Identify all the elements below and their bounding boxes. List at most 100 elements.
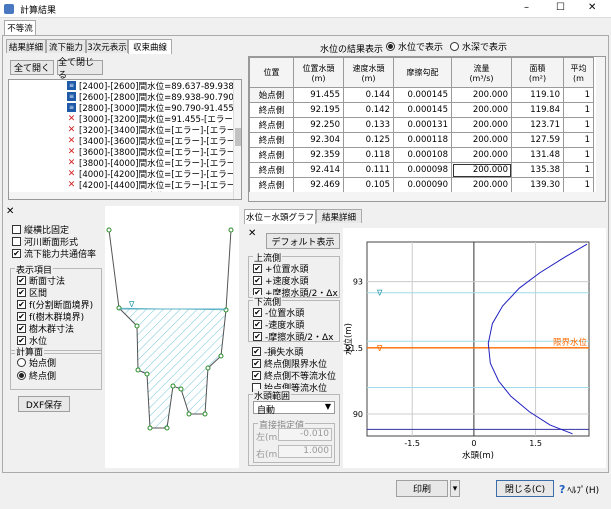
- upstream-group: 上流側 ✔ +位置水頭 ✔ +速度水頭 ✔ +摩擦水頭/2・Δx: [248, 251, 340, 299]
- tree-item[interactable]: ✕ [3600]-[3800]間水位=[エラー]-[エラー]: [67, 146, 239, 158]
- radio-water-depth[interactable]: 水深で表示: [450, 41, 507, 53]
- tree-item[interactable]: ✕ [4200]-[4400]間水位=[エラー]-[エラー]: [67, 179, 239, 191]
- checkbox-icon: [12, 225, 21, 234]
- table-cell: 119.10: [511, 87, 564, 103]
- checkbox-icon: ✔: [17, 336, 26, 345]
- option-checkbox[interactable]: ✔ -速度水頭: [253, 319, 334, 331]
- checkbox-icon: ✔: [252, 371, 261, 380]
- checkbox-icon: ✔: [252, 347, 261, 356]
- tree-item[interactable]: ≡ [2600]-[2800]間水位=89.938-90.790(m): [67, 91, 241, 103]
- radio-water-level[interactable]: 水位で表示: [386, 41, 443, 53]
- table-row[interactable]: 終点側 92.359 0.118 0.000108 200.000 131.48 1: [249, 147, 594, 163]
- subtab-convergence[interactable]: 収束曲線: [128, 39, 172, 54]
- checkbox-icon: ✔: [253, 308, 262, 317]
- option-checkbox[interactable]: ✔ +位置水頭: [253, 263, 338, 275]
- range-select[interactable]: 自動 ▼: [253, 401, 335, 416]
- option-checkbox[interactable]: ✔ -位置水頭: [253, 307, 334, 319]
- table-cell: 始点側: [249, 87, 294, 103]
- table-cell: 1: [563, 117, 594, 133]
- tree-item[interactable]: ≡ [2400]-[2600]間水位=89.637-89.938(m): [67, 80, 241, 92]
- error-icon: ✕: [67, 157, 76, 168]
- table-cell: 200.000: [451, 177, 512, 193]
- checkbox-icon: ✔: [253, 320, 262, 329]
- default-view-button[interactable]: デフォルト表示: [266, 233, 340, 249]
- tree-item[interactable]: ✕ [3800]-[4000]間水位=[エラー]-[エラー]: [67, 157, 239, 169]
- radio-dot-icon: [17, 358, 26, 367]
- result-tree[interactable]: ≡ [2400]-[2600]間水位=89.637-89.938(m) ≡ [2600…: [8, 79, 242, 200]
- print-button[interactable]: 印刷: [396, 480, 448, 497]
- tab-result-detail[interactable]: 結果詳細: [316, 209, 362, 223]
- critical-level-mark-icon: ∇: [376, 344, 383, 353]
- close-icon[interactable]: ✕: [248, 228, 256, 239]
- calc-ok-icon: ≡: [67, 103, 76, 112]
- option-checkbox[interactable]: ✔ 終点側限界水位: [252, 358, 336, 370]
- table-vscrollbar[interactable]: [596, 57, 605, 201]
- option-checkbox[interactable]: ✔ 断面寸法: [17, 275, 93, 287]
- tab-head-graph[interactable]: 水位－水頭グラフ: [244, 209, 316, 224]
- option-checkbox[interactable]: ✔ +速度水頭: [253, 275, 338, 287]
- checkbox-icon: ✔: [252, 359, 261, 368]
- tree-item[interactable]: ≡ [2800]-[3000]間水位=90.790-91.455(m): [67, 102, 241, 114]
- tab-nonuniform[interactable]: 不等流: [4, 20, 36, 35]
- table-row[interactable]: 始点側 91.455 0.144 0.000145 200.000 119.10 1: [249, 87, 594, 103]
- table-row[interactable]: 終点側 92.469 0.105 0.000090 200.000 139.30 1: [249, 177, 594, 193]
- option-checkbox[interactable]: ✔ -摩擦水頭/2・Δx: [253, 331, 334, 343]
- option-checkbox[interactable]: ✔ 樹木群寸法: [17, 323, 93, 335]
- subtab-result-detail[interactable]: 結果詳細: [6, 39, 46, 53]
- table-hscrollbar[interactable]: [249, 192, 596, 201]
- tree-item[interactable]: ✕ [3000]-[3200]間水位=91.455-[エラー]: [67, 113, 236, 125]
- expand-all-button[interactable]: 全て開く: [10, 60, 54, 75]
- table-cell: 0.133: [343, 117, 394, 133]
- table-row[interactable]: 終点側 92.195 0.142 0.000145 200.000 119.84 1: [249, 102, 594, 118]
- print-options-button[interactable]: ▾: [450, 480, 460, 497]
- minimize-button[interactable]: –: [524, 2, 529, 13]
- checkbox-icon: ✔: [17, 288, 26, 297]
- results-table: 位置 位置水頭 (m) 速度水頭 (m) 摩擦勾配 流量 (m³/s) 面積 (m²) 平均…: [249, 57, 594, 193]
- maximize-button[interactable]: ☐: [556, 2, 565, 13]
- close-button[interactable]: 閉じる(C): [496, 480, 554, 497]
- option-checkbox[interactable]: ✔ 終点側不等流水位: [252, 370, 336, 382]
- table-row[interactable]: 終点側 92.250 0.133 0.000131 200.000 123.71 1: [249, 117, 594, 133]
- chevron-down-icon: ▾: [452, 483, 458, 494]
- section-vertex: [147, 425, 153, 431]
- subtab-3d-view[interactable]: 3次元表示: [86, 39, 128, 53]
- left-range-input[interactable]: -0.010: [278, 428, 332, 441]
- table-cell: 0.000098: [393, 162, 452, 178]
- table-cell: 135.38: [511, 162, 564, 178]
- tree-item[interactable]: ✕ [3200]-[3400]間水位=[エラー]-[エラー]: [67, 124, 239, 136]
- close-window-button[interactable]: ✕: [588, 2, 596, 13]
- tree-item[interactable]: ✕ [3400]-[3600]間水位=[エラー]-[エラー]: [67, 135, 239, 147]
- calc-face-radio[interactable]: 始点側: [17, 357, 57, 369]
- close-icon[interactable]: ✕: [6, 206, 14, 217]
- tree-item[interactable]: ✕ [4000]-[4200]間水位=[エラー]-[エラー]: [67, 168, 239, 180]
- calc-ok-icon: ≡: [67, 81, 76, 90]
- table-row[interactable]: 終点側 92.304 0.125 0.000118 200.000 127.59 1: [249, 132, 594, 148]
- scroll-thumb[interactable]: [235, 128, 241, 146]
- help-icon: ?: [559, 483, 566, 496]
- table-cell: 1: [563, 132, 594, 148]
- calc-face-radio[interactable]: 終点側: [17, 370, 56, 382]
- table-cell: 0.000145: [393, 102, 452, 118]
- table-row[interactable]: 終点側 92.414 0.111 0.000098 200.000 135.38 1: [249, 162, 594, 178]
- radio-label: 始点側: [29, 359, 57, 369]
- table-cell: 終点側: [249, 102, 294, 118]
- option-checkbox[interactable]: ✔ f(樹木群境界): [17, 311, 93, 323]
- table-header-cell: 位置: [249, 57, 294, 88]
- option-checkbox[interactable]: ✔ 流下能力共通倍率: [12, 248, 96, 260]
- graph-tab-bar: 水位－水頭グラフ 結果詳細: [244, 209, 374, 225]
- option-checkbox[interactable]: 縦横比固定: [12, 224, 96, 236]
- option-checkbox[interactable]: ✔ 区間: [17, 287, 93, 299]
- option-checkbox[interactable]: ✔ f(分割断面境界): [17, 299, 93, 311]
- dxf-save-button[interactable]: DXF保存: [18, 396, 70, 412]
- collapse-all-button[interactable]: 全て閉じる: [57, 58, 103, 81]
- option-checkbox[interactable]: 河川断面形式: [12, 236, 96, 248]
- subtab-flow-capacity[interactable]: 流下能力: [46, 39, 86, 53]
- tree-scrollbar[interactable]: [233, 80, 241, 199]
- help-button[interactable]: ? ﾍﾙﾌﾟ(H): [559, 483, 599, 496]
- section-vertex: [202, 411, 208, 417]
- table-cell: 127.59: [511, 132, 564, 148]
- table-cell: 92.359: [293, 147, 344, 163]
- option-checkbox[interactable]: ✔ -損失水頭: [252, 346, 336, 358]
- right-range-input[interactable]: 1.000: [278, 445, 332, 458]
- tree-hscrollbar[interactable]: [9, 192, 233, 199]
